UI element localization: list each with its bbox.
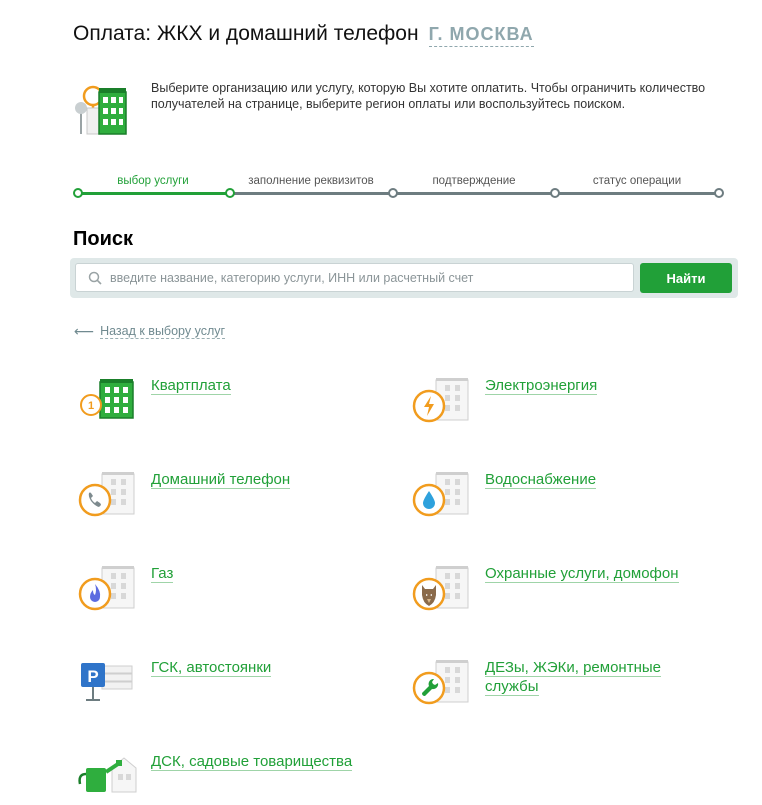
search-button[interactable]: Найти: [640, 263, 732, 293]
service-repair[interactable]: ДЕЗы, ЖЭКи, ремонтные службы: [412, 658, 732, 720]
home-phone-icon: [78, 472, 135, 517]
electricity-icon: [412, 378, 469, 423]
progress-line-pending: [230, 192, 719, 195]
service-label: ДЕЗы, ЖЭКи, ремонтные службы: [485, 659, 661, 696]
progress-steps: выбор услуги заполнение реквизитов подтв…: [73, 172, 724, 202]
parking-icon: P: [81, 663, 133, 701]
service-security[interactable]: Охранные услуги, домофон: [412, 564, 732, 626]
repair-service-icon: [412, 660, 469, 705]
search-bar: Найти: [70, 258, 738, 298]
city-illustration-icon: [73, 78, 135, 136]
service-label: Охранные услуги, домофон: [485, 565, 679, 583]
page-title: Оплата: ЖКХ и домашний телефон: [73, 22, 419, 45]
service-label: ГСК, автостоянки: [151, 659, 272, 677]
gas-icon: [78, 566, 135, 611]
step-dot-4: [550, 188, 560, 198]
step-dot-1: [73, 188, 83, 198]
service-garden-cooperative[interactable]: ДСК, садовые товарищества: [78, 752, 398, 805]
service-label: Водоснабжение: [485, 471, 597, 489]
step-dot-3: [388, 188, 398, 198]
step-dot-2: [225, 188, 235, 198]
step-label-service: выбор услуги: [117, 175, 189, 187]
region-selector-link[interactable]: Г. МОСКВА: [428, 24, 534, 47]
search-heading: Поиск: [73, 228, 134, 250]
service-electricity[interactable]: Электроэнергия: [412, 376, 732, 438]
service-label: Квартплата: [151, 377, 231, 395]
back-to-services-link[interactable]: ⟵ Назад к выбору услуг: [74, 323, 226, 340]
page-header: Оплата: ЖКХ и домашний телефон Г. МОСКВА: [73, 22, 534, 47]
water-supply-icon: [412, 472, 469, 517]
service-parking[interactable]: P ГСК, автостоянки: [78, 658, 378, 720]
step-label-details: заполнение реквизитов: [248, 175, 374, 187]
intro-block: Выберите организацию или услугу, которую…: [73, 78, 705, 136]
step-label-confirm: подтверждение: [432, 175, 516, 187]
step-dot-5: [714, 188, 724, 198]
service-home-phone[interactable]: Домашний телефон: [78, 470, 378, 532]
search-field: [75, 263, 634, 292]
back-link-label: Назад к выбору услуг: [100, 324, 226, 339]
security-service-icon: [412, 566, 469, 611]
svg-text:P: P: [87, 667, 98, 686]
service-water-supply[interactable]: Водоснабжение: [412, 470, 732, 532]
service-apartment-rent[interactable]: 1 Квартплата: [78, 376, 378, 438]
arrow-left-icon: ⟵: [74, 323, 95, 339]
service-label: ДСК, садовые товарищества: [151, 753, 353, 771]
search-input[interactable]: [110, 264, 630, 291]
intro-text: Выберите организацию или услугу, которую…: [151, 81, 706, 111]
progress-line-done: [77, 192, 230, 195]
apartment-rent-icon: 1: [80, 379, 134, 419]
svg-text:1: 1: [88, 400, 94, 412]
garden-cooperative-icon: [78, 757, 137, 793]
step-label-status: статус операции: [592, 175, 682, 187]
service-gas[interactable]: Газ: [78, 564, 378, 626]
service-label: Электроэнергия: [485, 377, 598, 395]
service-label: Домашний телефон: [151, 471, 291, 489]
search-icon: [88, 271, 102, 285]
service-label: Газ: [151, 565, 174, 583]
